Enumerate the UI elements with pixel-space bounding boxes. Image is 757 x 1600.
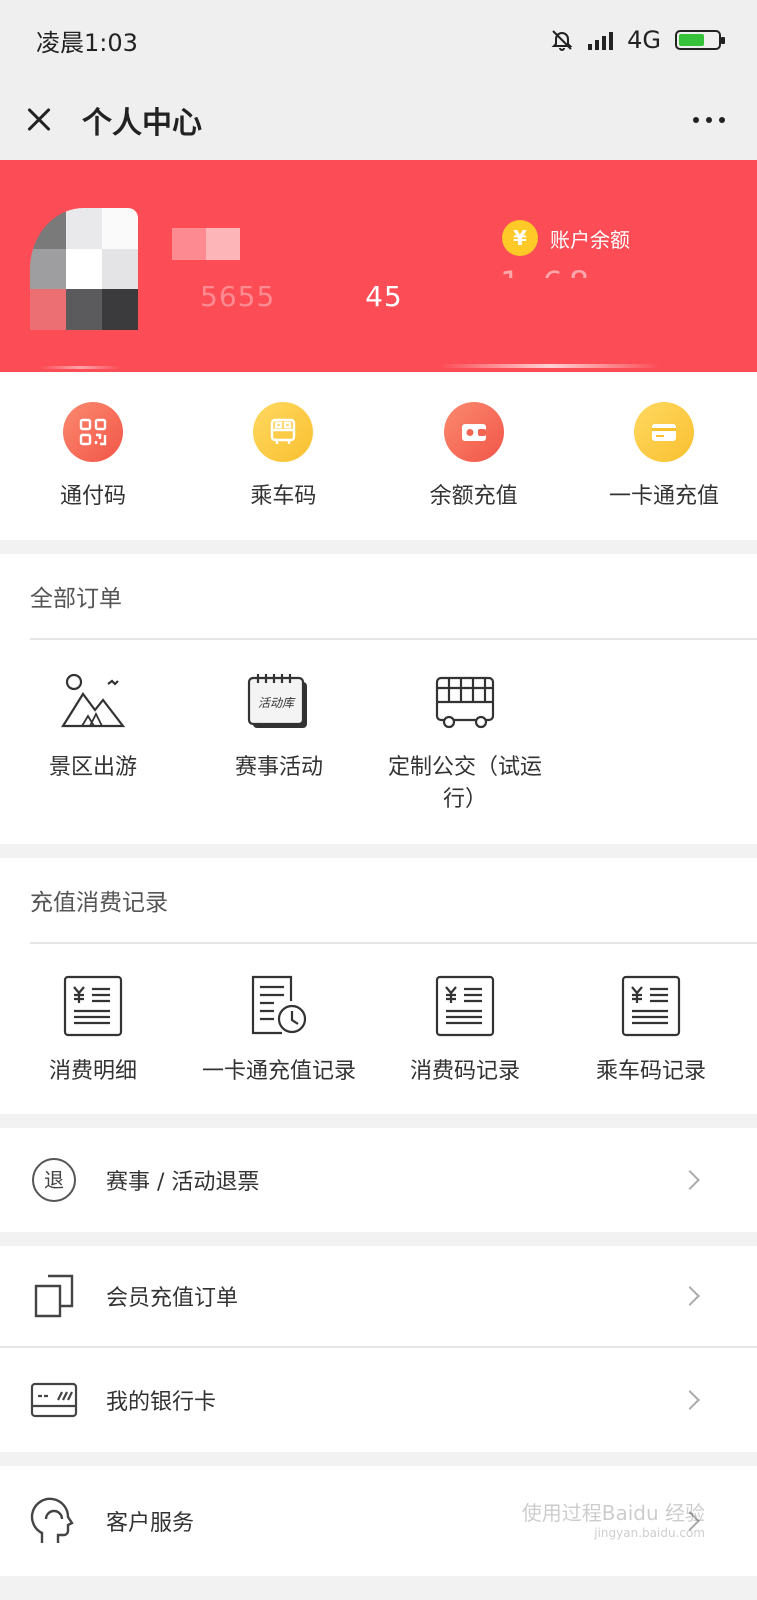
list-item-member-orders[interactable]: 会员充值订单: [0, 1246, 757, 1346]
refund-label: 赛事 / 活动退票: [106, 1170, 260, 1195]
status-icons: 4G: [550, 26, 725, 54]
section-gap: [0, 1232, 757, 1246]
refund-icon: 退: [30, 1156, 78, 1204]
status-time: 凌晨1:03: [36, 28, 138, 57]
signal-icon: [588, 30, 614, 50]
balance-label-group[interactable]: ¥ 账户余额: [502, 220, 630, 256]
mountain-icon: [57, 670, 129, 734]
avatar[interactable]: [30, 208, 138, 330]
balance-label: 账户余额: [550, 227, 630, 252]
records-grid: 消费明细 一卡通充值记录 消费码记录 乘车码记录: [0, 944, 757, 1088]
chevron-right-icon: [680, 1170, 700, 1190]
nav-bar: 个人中心: [0, 80, 757, 160]
orders-section-title: 全部订单: [30, 554, 757, 640]
bank-card-icon: [30, 1376, 78, 1424]
section-gap: [0, 1452, 757, 1466]
customer-service-icon: [30, 1497, 78, 1545]
more-icon[interactable]: [683, 107, 735, 133]
username-redacted: [172, 228, 240, 260]
close-icon[interactable]: [22, 103, 56, 137]
list-item-customer-service[interactable]: 客户服务 使用过程Baidu 经验 jingyan.baidu.com: [0, 1466, 757, 1576]
page-title: 个人中心: [82, 106, 202, 141]
receipt-icon: [429, 974, 501, 1038]
svg-text:退: 退: [44, 1168, 64, 1192]
wallet-icon: [443, 402, 504, 462]
bank-card-label: 我的银行卡: [106, 1390, 217, 1415]
watermark: 使用过程Baidu 经验 jingyan.baidu.com: [521, 1501, 705, 1540]
record-card-topup[interactable]: 一卡通充值记录: [186, 974, 372, 1088]
orders-grid: 景区出游 活动库 赛事活动 定制公交（试运行）: [0, 640, 757, 816]
yen-coin-icon: ¥: [502, 220, 538, 256]
decorative-glow: [440, 364, 660, 368]
status-bar: 凌晨1:03 4G: [0, 0, 757, 80]
quick-action-card-topup[interactable]: 一卡通充值: [571, 402, 757, 540]
decorative-glow: [40, 366, 120, 369]
section-gap: [0, 1114, 757, 1128]
quick-action-balance-topup[interactable]: 余额充值: [381, 402, 567, 540]
section-gap: [0, 844, 757, 858]
order-custom-bus[interactable]: 定制公交（试运行）: [372, 670, 558, 816]
quick-actions: 通付码 乘车码 余额充值 一卡通充值: [0, 372, 757, 540]
chevron-right-icon: [680, 1286, 700, 1306]
phone-number: 5655 45: [200, 280, 403, 313]
records-section: 充值消费记录 消费明细 一卡通充值记录 消费码记录 乘车码记录: [0, 858, 757, 1114]
copy-document-icon: [30, 1272, 78, 1320]
quick-action-ride-code[interactable]: 乘车码: [190, 402, 376, 540]
quick-action-pay-code[interactable]: 通付码: [0, 402, 186, 540]
mute-bell-icon: [551, 30, 573, 51]
battery-icon: [675, 30, 725, 50]
calendar-activity-icon: 活动库: [243, 670, 315, 734]
section-gap: [0, 540, 757, 554]
card-icon: [633, 402, 694, 462]
record-ride-code[interactable]: 乘车码记录: [558, 974, 744, 1088]
record-consumption-detail[interactable]: 消费明细: [0, 974, 186, 1088]
order-scenic-travel[interactable]: 景区出游: [0, 670, 186, 816]
receipt-icon: [615, 974, 687, 1038]
profile-header: 5655 45 ¥ 账户余额 1.68: [0, 160, 757, 372]
svg-text:活动库: 活动库: [258, 696, 296, 710]
network-type: 4G: [627, 26, 661, 54]
records-section-title: 充值消费记录: [30, 858, 757, 944]
qr-code-icon: [63, 402, 123, 462]
order-events[interactable]: 活动库 赛事活动: [186, 670, 372, 816]
record-consumption-code[interactable]: 消费码记录: [372, 974, 558, 1088]
document-clock-icon: [243, 974, 315, 1038]
orders-section: 全部订单 景区出游 活动库 赛事活动 定制公交（试运行）: [0, 554, 757, 844]
receipt-icon: [57, 974, 129, 1038]
bus-code-icon: [253, 402, 314, 462]
chevron-right-icon: [680, 1390, 700, 1410]
member-orders-label: 会员充值订单: [106, 1286, 239, 1311]
bus-icon: [429, 670, 501, 734]
balance-value: 1.68: [500, 264, 595, 278]
list-item-bank-card[interactable]: 我的银行卡: [0, 1348, 757, 1452]
list-item-refund[interactable]: 退 赛事 / 活动退票: [0, 1128, 757, 1232]
